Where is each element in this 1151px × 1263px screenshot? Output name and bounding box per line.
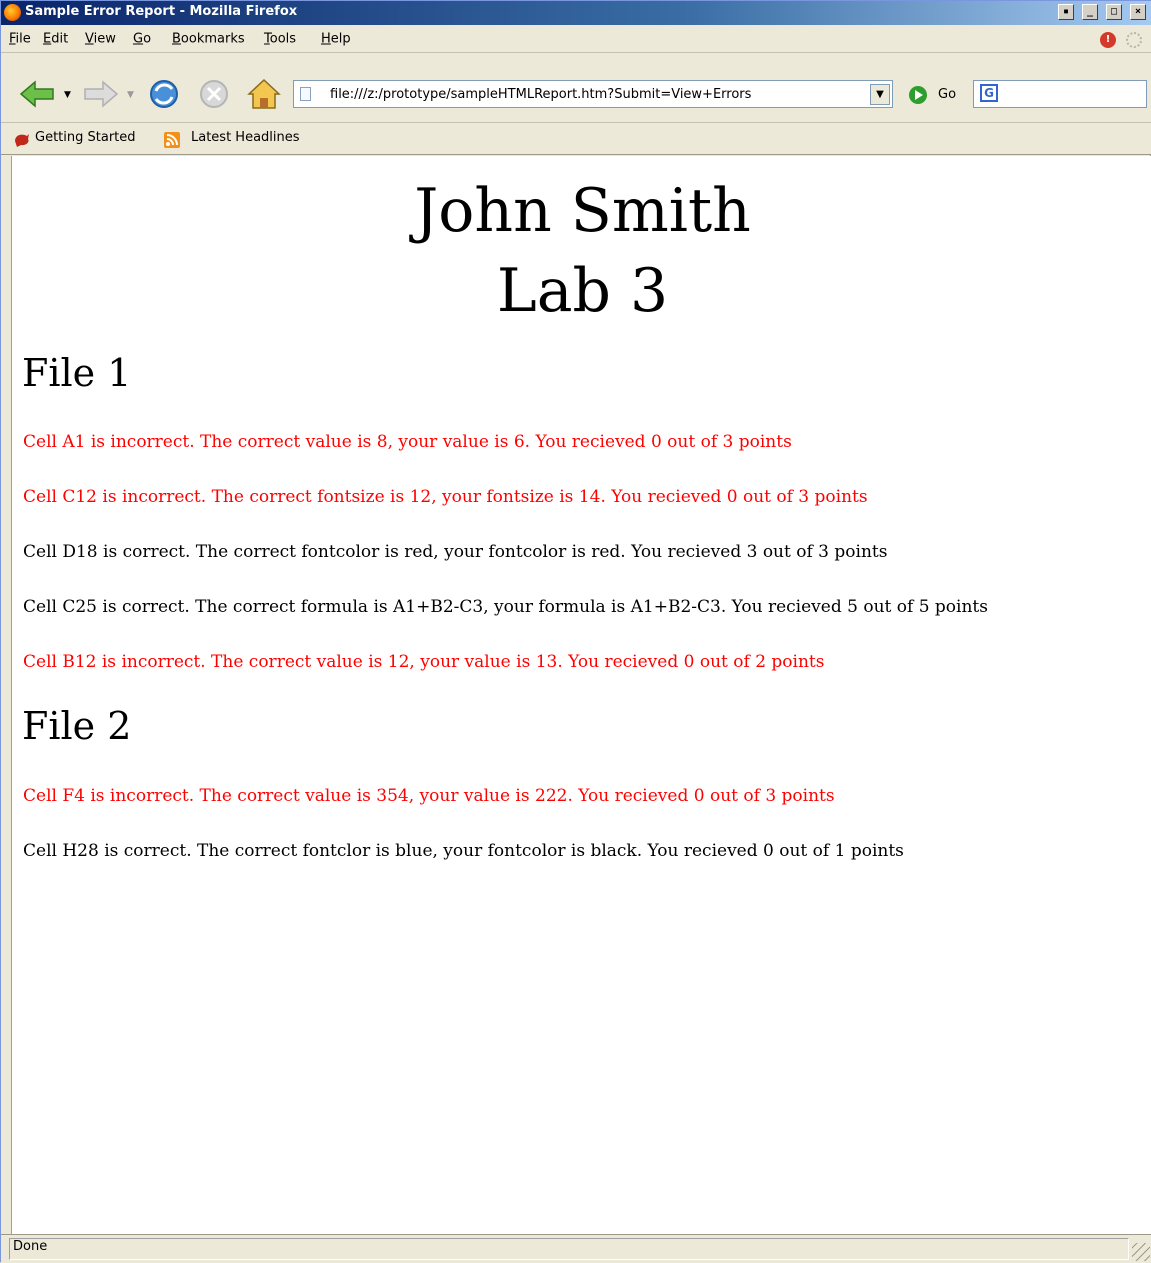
status-text: Done xyxy=(13,1239,48,1254)
result-line: Cell C12 is incorrect. The correct fonts… xyxy=(23,487,868,507)
menu-edit[interactable]: Edit xyxy=(43,32,68,47)
rss-feed-icon xyxy=(164,132,180,148)
file-heading: File 2 xyxy=(22,704,132,748)
close-button[interactable]: × xyxy=(1130,4,1146,20)
bookmark-getting-started[interactable]: Getting Started xyxy=(35,130,136,145)
getting-started-icon xyxy=(15,134,29,147)
home-icon[interactable] xyxy=(246,77,282,111)
result-line: Cell B12 is incorrect. The correct value… xyxy=(23,652,825,672)
google-search-icon[interactable]: G xyxy=(980,84,998,102)
result-line: Cell C25 is correct. The correct formula… xyxy=(23,597,988,617)
menu-bookmarks[interactable]: Bookmarks xyxy=(172,32,245,47)
go-button-label[interactable]: Go xyxy=(938,87,956,102)
forward-arrow-icon[interactable] xyxy=(81,78,121,110)
menu-bar: File Edit View Go Bookmarks Tools Help ! xyxy=(1,25,1151,53)
alert-icon[interactable]: ! xyxy=(1100,32,1116,48)
result-line: Cell A1 is incorrect. The correct value … xyxy=(23,432,792,452)
url-text[interactable]: file:///z:/prototype/sampleHTMLReport.ht… xyxy=(330,87,751,102)
menu-view[interactable]: View xyxy=(85,32,116,47)
bookmarks-toolbar: Getting Started Latest Headlines xyxy=(1,123,1151,155)
file-heading: File 1 xyxy=(22,351,132,395)
bookmark-latest-headlines[interactable]: Latest Headlines xyxy=(191,130,300,145)
resize-grip-icon[interactable] xyxy=(1132,1243,1150,1261)
minimize-button[interactable]: _ xyxy=(1082,4,1098,20)
result-line: Cell D18 is correct. The correct fontcol… xyxy=(23,542,888,562)
status-bar: Done xyxy=(1,1234,1151,1263)
menu-help[interactable]: Help xyxy=(321,32,351,47)
student-name: John Smith xyxy=(414,176,751,246)
back-arrow-icon[interactable] xyxy=(17,78,57,110)
menu-go[interactable]: Go xyxy=(133,32,151,47)
go-icon[interactable] xyxy=(909,86,927,104)
back-dropdown-icon[interactable]: ▼ xyxy=(64,90,71,100)
url-bar[interactable]: file:///z:/prototype/sampleHTMLReport.ht… xyxy=(293,80,893,108)
firefox-icon xyxy=(4,4,21,21)
page-icon xyxy=(300,87,311,101)
menu-tools[interactable]: Tools xyxy=(264,32,296,47)
forward-dropdown-icon[interactable]: ▼ xyxy=(127,90,134,100)
result-line: Cell H28 is correct. The correct fontclo… xyxy=(23,841,904,861)
stop-icon[interactable] xyxy=(197,78,231,110)
url-dropdown-button[interactable]: ▼ xyxy=(870,84,890,105)
status-panel xyxy=(9,1238,1129,1260)
menu-file[interactable]: File xyxy=(9,32,31,47)
window-title: Sample Error Report - Mozilla Firefox xyxy=(25,4,298,19)
page-content: John Smith Lab 3 File 1 Cell A1 is incor… xyxy=(11,156,1151,1234)
extra-window-icon[interactable]: ▪ xyxy=(1058,4,1074,20)
browser-window: Sample Error Report - Mozilla Firefox ▪ … xyxy=(0,0,1151,1263)
throbber-icon xyxy=(1126,32,1142,48)
search-input[interactable]: G xyxy=(973,80,1147,108)
result-line: Cell F4 is incorrect. The correct value … xyxy=(23,786,835,806)
lab-title: Lab 3 xyxy=(496,256,669,326)
maximize-button[interactable]: □ xyxy=(1106,4,1122,20)
title-bar[interactable]: Sample Error Report - Mozilla Firefox ▪ … xyxy=(1,1,1151,25)
reload-icon[interactable] xyxy=(146,77,182,111)
